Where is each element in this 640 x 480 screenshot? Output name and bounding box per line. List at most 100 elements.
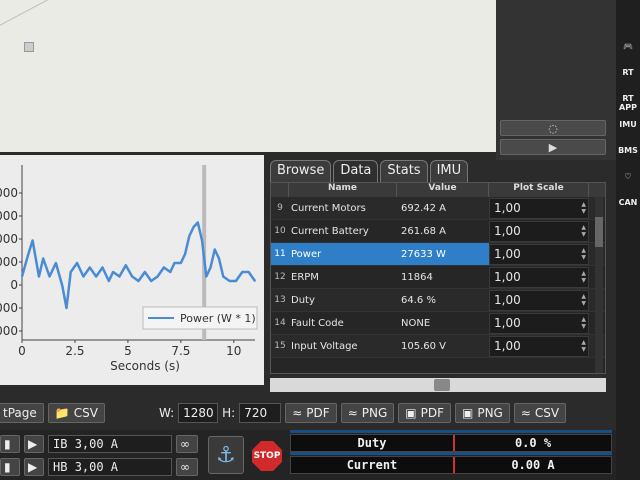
ib-field[interactable]: IB 3,00 A <box>48 435 172 453</box>
table-row[interactable]: 12 ERPM 11864 1,00 ▲ ▼ <box>271 266 605 289</box>
data-point <box>61 284 64 287</box>
row-index: 14 <box>274 318 286 328</box>
plot-scale-value: 1,00 <box>494 316 521 330</box>
header-value[interactable]: Value <box>397 183 489 197</box>
power-plot[interactable]: 000000000000000000002.557.510Seconds (s)… <box>0 155 264 385</box>
target-icon: ◌ <box>548 121 558 135</box>
scale-icon: ≈ <box>292 406 303 420</box>
spin-arrows-icon[interactable]: ▲ ▼ <box>581 316 586 330</box>
row-index: 9 <box>277 203 283 213</box>
ib-play-icon[interactable]: ▶ <box>24 435 44 453</box>
gamepad-icon[interactable]: 🎮 <box>617 42 639 60</box>
table-row[interactable]: 10 Current Battery 261.68 A 1,00 ▲ ▼ <box>271 220 605 243</box>
data-point <box>82 275 85 278</box>
row-name: Power <box>289 243 397 265</box>
data-point <box>108 280 110 282</box>
play-button[interactable]: ▶ <box>500 139 606 155</box>
toolbar-imu[interactable]: IMU <box>617 120 639 138</box>
tab-data[interactable]: Data <box>333 160 379 182</box>
row-value: 11864 <box>401 271 433 283</box>
image-icon: ▣ <box>462 406 474 420</box>
row-value: 64.6 % <box>401 294 436 306</box>
row-name: Current Motors <box>291 202 366 214</box>
plot-scale-spinbox[interactable]: 1,00 ▲ ▼ <box>489 335 589 357</box>
csv-button-2[interactable]: ≈ CSV <box>513 403 567 423</box>
toolbar-can[interactable]: CAN <box>617 198 639 216</box>
y-tick-label: 000 <box>0 209 18 223</box>
ib-link-icon[interactable]: ∞ <box>176 435 198 453</box>
tab-browse[interactable]: Browse <box>270 160 332 182</box>
data-point <box>150 280 153 282</box>
map-marker-icon[interactable] <box>24 42 34 52</box>
plot-scale-value: 1,00 <box>494 247 521 261</box>
row-value: 105.60 V <box>401 340 447 352</box>
stop-button[interactable]: STOP <box>250 440 284 472</box>
toolbar-bms[interactable]: BMS <box>617 146 639 164</box>
row-index: 15 <box>274 341 286 351</box>
map-view[interactable] <box>0 0 496 152</box>
toolbar-rt[interactable]: RT <box>617 68 639 86</box>
row-name: Fault Code <box>291 317 344 329</box>
spin-arrows-icon[interactable]: ▲ ▼ <box>581 293 586 307</box>
height-field[interactable]: 720 <box>239 403 282 423</box>
height-label: H: <box>222 406 236 420</box>
table-row[interactable]: 11 Power 27633 W 1,00 ▲ ▼ <box>271 243 605 266</box>
table-row[interactable]: 13 Duty 64.6 % 1,00 ▲ ▼ <box>271 289 605 312</box>
table-row[interactable]: 15 Input Voltage 105.60 V 1,00 ▲ ▼ <box>271 335 605 358</box>
data-point <box>254 280 256 282</box>
page-button[interactable]: tPage <box>0 403 44 423</box>
header-name[interactable]: Name <box>289 183 397 197</box>
png-button-2[interactable]: ▣ PNG <box>455 403 510 423</box>
tab-stats[interactable]: Stats <box>380 160 428 182</box>
spin-arrows-icon[interactable]: ▲ ▼ <box>581 201 586 215</box>
horizontal-scrollbar[interactable] <box>270 378 606 392</box>
plot-scale-spinbox[interactable]: 1,00 ▲ ▼ <box>489 220 589 242</box>
plot-scale-spinbox[interactable]: 1,00 ▲ ▼ <box>489 266 589 288</box>
plot-scale-spinbox[interactable]: 1,00 ▲ ▼ <box>489 197 589 219</box>
width-field[interactable]: 1280 <box>178 403 219 423</box>
data-point <box>222 275 225 278</box>
plot-scale-spinbox[interactable]: 1,00 ▲ ▼ <box>489 243 589 265</box>
ib-menu-button[interactable]: ▮ <box>0 435 20 453</box>
y-tick-label: 000 <box>0 232 18 246</box>
current-gauge-label: Current <box>291 457 455 473</box>
x-tick-label: 7.5 <box>171 344 190 358</box>
table-scrollbar[interactable] <box>595 197 603 373</box>
anchor-icon[interactable]: ⚓ <box>208 436 244 474</box>
header-plot-scale[interactable]: Plot Scale <box>489 183 589 197</box>
pdf-button-1[interactable]: ≈ PDF <box>285 403 337 423</box>
scale-icon: ≈ <box>347 406 358 420</box>
data-point <box>228 280 231 282</box>
data-point <box>235 280 237 282</box>
target-button[interactable]: ◌ <box>500 120 606 136</box>
table-row[interactable]: 14 Fault Code NONE 1,00 ▲ ▼ <box>271 312 605 335</box>
data-point <box>205 275 208 278</box>
data-point <box>48 275 51 278</box>
csv-label-2: CSV <box>534 406 560 420</box>
plot-scale-spinbox[interactable]: 1,00 ▲ ▼ <box>489 312 589 334</box>
pdf-button-2[interactable]: ▣ PDF <box>398 403 451 423</box>
data-point <box>156 275 159 278</box>
hb-link-icon[interactable]: ∞ <box>176 458 198 476</box>
spin-arrows-icon[interactable]: ▲ ▼ <box>581 224 586 238</box>
hb-play-icon[interactable]: ▶ <box>24 458 44 476</box>
hb-menu-button[interactable]: ▮ <box>0 458 20 476</box>
table-row[interactable]: 9 Current Motors 692.42 A 1,00 ▲ ▼ <box>271 197 605 220</box>
y-tick-label: 000 <box>0 301 18 315</box>
spin-arrows-icon[interactable]: ▲ ▼ <box>581 270 586 284</box>
row-index: 12 <box>274 272 286 282</box>
h-scroll-thumb[interactable] <box>434 379 450 391</box>
toolbar-rt-app[interactable]: RT APP <box>617 94 639 112</box>
csv-button[interactable]: 📁 CSV <box>47 403 105 423</box>
page-button-label: tPage <box>3 406 37 420</box>
plot-scale-spinbox[interactable]: 1,00 ▲ ▼ <box>489 289 589 311</box>
row-name: ERPM <box>291 271 319 283</box>
heart-icon[interactable]: ♡ <box>617 172 639 190</box>
spin-arrows-icon[interactable]: ▲ ▼ <box>581 339 586 353</box>
scroll-thumb[interactable] <box>595 217 603 247</box>
png-button-1[interactable]: ≈ PNG <box>340 403 395 423</box>
y-tick-label: 000 <box>0 186 18 200</box>
hb-field[interactable]: HB 3,00 A <box>48 458 172 476</box>
spin-arrows-icon[interactable]: ▲ ▼ <box>581 247 586 261</box>
tab-imu[interactable]: IMU <box>429 160 469 182</box>
